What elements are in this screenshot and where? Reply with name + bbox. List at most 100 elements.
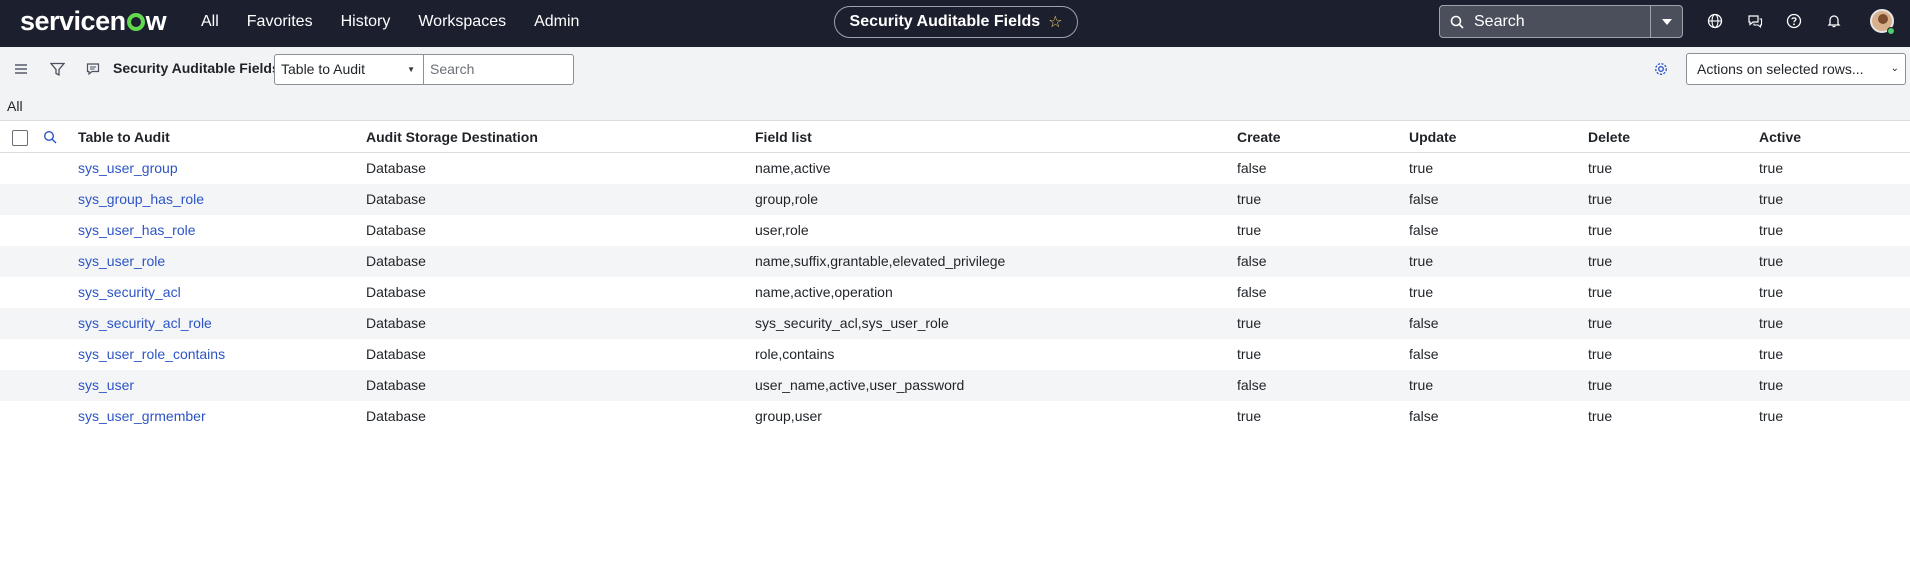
- cell-audit-storage-destination: Database: [366, 284, 426, 300]
- list-search-input[interactable]: Search: [424, 54, 574, 85]
- cell-delete: true: [1588, 408, 1613, 424]
- comment-icon[interactable]: [84, 60, 102, 78]
- cell-field-list: group,role: [755, 191, 819, 207]
- cell-active: true: [1759, 222, 1784, 238]
- page-title: Security Auditable Fields: [849, 13, 1041, 30]
- cell-active: true: [1759, 284, 1784, 300]
- cell-update: false: [1409, 315, 1439, 331]
- help-icon[interactable]: [1784, 11, 1804, 31]
- cell-create: true: [1237, 222, 1262, 238]
- page-title-pill[interactable]: Security Auditable Fields ☆: [834, 6, 1078, 38]
- cell-field-list: name,active: [755, 160, 831, 176]
- cell-table-to-audit[interactable]: sys_group_has_role: [78, 191, 204, 207]
- cell-active: true: [1759, 315, 1784, 331]
- hamburger-menu-icon[interactable]: [12, 60, 30, 78]
- select-all-checkbox[interactable]: [12, 130, 28, 146]
- actions-on-selected-rows-select[interactable]: Actions on selected rows... ⌄: [1686, 53, 1906, 85]
- cell-active: true: [1759, 191, 1784, 207]
- cell-update: false: [1409, 191, 1439, 207]
- servicenow-logo[interactable]: servicen w: [20, 5, 167, 36]
- cell-delete: true: [1588, 160, 1613, 176]
- gear-icon[interactable]: [1652, 60, 1670, 78]
- cell-update: true: [1409, 160, 1434, 176]
- search-field-select[interactable]: Table to Audit ▼: [274, 54, 424, 85]
- column-header-field-list[interactable]: Field list: [755, 129, 812, 145]
- cell-update: false: [1409, 408, 1439, 424]
- chevron-down-icon: ▼: [407, 65, 415, 74]
- list-title: Security Auditable Fields: [113, 60, 280, 76]
- filter-icon[interactable]: [48, 60, 66, 78]
- cell-table-to-audit[interactable]: sys_security_acl: [78, 284, 181, 300]
- chevron-down-icon: [1661, 18, 1672, 25]
- cell-audit-storage-destination: Database: [366, 191, 426, 207]
- cell-audit-storage-destination: Database: [366, 160, 426, 176]
- column-header-delete[interactable]: Delete: [1588, 129, 1630, 145]
- nav-favorites[interactable]: Favorites: [233, 10, 327, 34]
- table-row: sys_security_acl Database name,active,oper…: [0, 277, 1910, 308]
- list-search-placeholder: Search: [430, 61, 475, 77]
- cell-table-to-audit[interactable]: sys_user_has_role: [78, 222, 196, 238]
- cell-table-to-audit[interactable]: sys_security_acl_role: [78, 315, 212, 331]
- table-row: sys_user_role Database name,suffix,grantab…: [0, 246, 1910, 277]
- global-search[interactable]: Search: [1439, 5, 1683, 38]
- cell-field-list: group,user: [755, 408, 822, 424]
- cell-table-to-audit[interactable]: sys_user: [78, 377, 134, 393]
- cell-field-list: name,suffix,grantable,elevated_privilege: [755, 253, 1006, 269]
- chevron-down-icon: ⌄: [1890, 63, 1899, 74]
- search-icon: [1450, 15, 1464, 29]
- cell-create: false: [1237, 253, 1267, 269]
- global-search-input[interactable]: Search: [1440, 6, 1650, 37]
- cell-create: false: [1237, 160, 1267, 176]
- nav-all[interactable]: All: [201, 10, 233, 34]
- chat-icon[interactable]: [1745, 11, 1765, 31]
- favorite-star-icon[interactable]: ☆: [1048, 12, 1062, 32]
- cell-active: true: [1759, 408, 1784, 424]
- main-nav: All Favorites History Workspaces Admin: [201, 10, 593, 34]
- nav-admin[interactable]: Admin: [520, 10, 593, 34]
- search-scope-dropdown[interactable]: [1650, 6, 1682, 37]
- cell-audit-storage-destination: Database: [366, 222, 426, 238]
- cell-update: true: [1409, 253, 1434, 269]
- cell-active: true: [1759, 160, 1784, 176]
- records-table: Table to Audit Audit Storage Destination…: [0, 121, 1910, 432]
- logo-text-right: w: [145, 5, 167, 36]
- globe-icon[interactable]: [1705, 11, 1725, 31]
- table-row: sys_user_role_contains Database role,conta…: [0, 339, 1910, 370]
- cell-create: true: [1237, 346, 1262, 362]
- table-row: sys_security_acl_role Database sys_securit…: [0, 308, 1910, 339]
- cell-update: false: [1409, 346, 1439, 362]
- global-search-placeholder: Search: [1474, 12, 1525, 30]
- cell-field-list: role,contains: [755, 346, 835, 362]
- actions-label: Actions on selected rows...: [1697, 61, 1864, 77]
- bell-icon[interactable]: [1824, 11, 1844, 31]
- column-header-audit-storage-destination[interactable]: Audit Storage Destination: [366, 129, 538, 145]
- logo-o-mark: [126, 13, 145, 31]
- cell-audit-storage-destination: Database: [366, 377, 426, 393]
- table-body: sys_user_group Database name,active false tr…: [0, 153, 1910, 432]
- cell-table-to-audit[interactable]: sys_user_grmember: [78, 408, 206, 424]
- column-header-active[interactable]: Active: [1759, 129, 1801, 145]
- cell-delete: true: [1588, 315, 1613, 331]
- cell-audit-storage-destination: Database: [366, 315, 426, 331]
- cell-field-list: user_name,active,user_password: [755, 377, 965, 393]
- column-header-update[interactable]: Update: [1409, 129, 1456, 145]
- breadcrumb-all[interactable]: All: [7, 98, 23, 114]
- breadcrumb: All: [0, 92, 1910, 121]
- search-field-value: Table to Audit: [281, 61, 366, 77]
- cell-delete: true: [1588, 377, 1613, 393]
- cell-table-to-audit[interactable]: sys_user_group: [78, 160, 178, 176]
- cell-update: false: [1409, 222, 1439, 238]
- cell-active: true: [1759, 253, 1784, 269]
- cell-table-to-audit[interactable]: sys_user_role_contains: [78, 346, 225, 362]
- nav-workspaces[interactable]: Workspaces: [404, 10, 520, 34]
- cell-table-to-audit[interactable]: sys_user_role: [78, 253, 165, 269]
- cell-create: false: [1237, 377, 1267, 393]
- cell-create: true: [1237, 408, 1262, 424]
- table-row: sys_group_has_role Database group,role true…: [0, 184, 1910, 215]
- column-header-table-to-audit[interactable]: Table to Audit: [78, 129, 170, 145]
- column-search-icon[interactable]: [43, 130, 57, 144]
- nav-history[interactable]: History: [327, 10, 405, 34]
- table-header-row: Table to Audit Audit Storage Destination…: [0, 121, 1910, 153]
- column-header-create[interactable]: Create: [1237, 129, 1281, 145]
- cell-audit-storage-destination: Database: [366, 253, 426, 269]
